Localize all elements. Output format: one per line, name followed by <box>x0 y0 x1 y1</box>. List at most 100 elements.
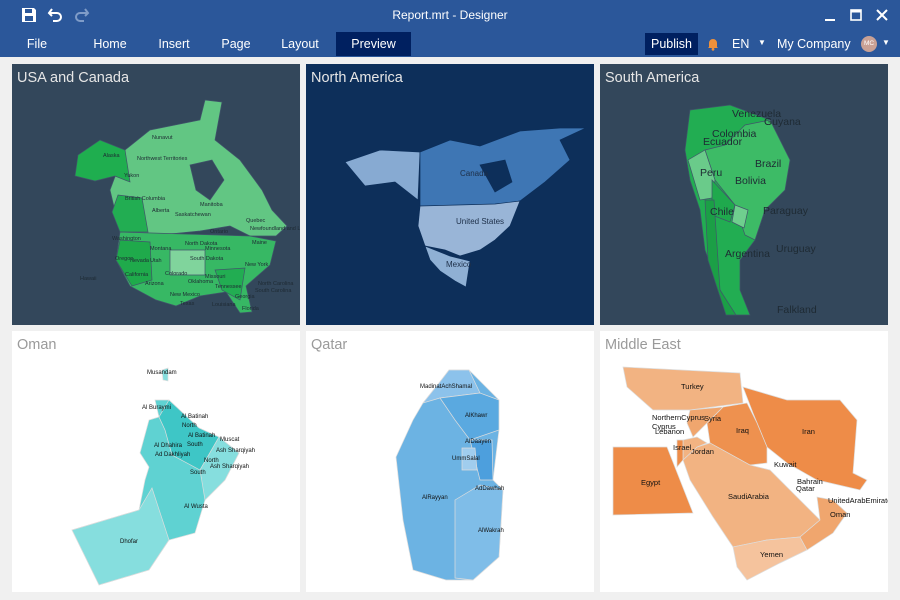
region-alaska[interactable] <box>344 149 421 201</box>
region-label: Guyana <box>764 116 801 128</box>
region-label: Canada <box>460 169 489 178</box>
region-label: Yukon <box>124 173 139 179</box>
map-canvas: TurkeyNorthernCyprusCyprusLebanonSyriaIr… <box>612 366 888 581</box>
region-label: Colorado <box>165 271 187 277</box>
map-usa-canada: Alaska Yukon Northwest Territories Nunavut B… <box>12 64 300 325</box>
region-label: Quebec <box>246 218 266 224</box>
region-label: Al Batinah <box>188 433 215 439</box>
region-label: Musandam <box>147 370 177 376</box>
region-label: Iraq <box>736 426 749 435</box>
tab-preview[interactable]: Preview <box>336 32 411 56</box>
account-chevron-icon[interactable]: ▼ <box>882 38 890 47</box>
region-label: Texas <box>180 301 195 307</box>
minimize-icon[interactable] <box>822 7 838 23</box>
region-label: AlDaayen <box>465 439 491 445</box>
region-dhofar[interactable] <box>71 487 170 586</box>
map-canvas: VenezuelaGuyanaColombiaEcuadorPeruBrazil… <box>684 104 817 316</box>
region-label: Nevada <box>130 258 150 264</box>
region-label: Kuwait <box>774 460 797 469</box>
region-label: Utah <box>150 258 162 264</box>
region-label: Brazil <box>755 158 781 170</box>
region-label: Peru <box>700 167 722 179</box>
region-label: Iran <box>802 427 815 436</box>
region-label: Arizona <box>145 281 165 287</box>
region-label: UnitedArabEmirates <box>828 496 888 505</box>
region-label: Muscat <box>220 437 240 443</box>
region-label: Falkland <box>777 304 817 316</box>
region-label: North <box>182 423 197 429</box>
region-label: Al Buraymi <box>142 405 171 411</box>
tab-layout[interactable]: Layout <box>272 32 328 56</box>
region-label: Paraguay <box>763 205 809 217</box>
maximize-icon[interactable] <box>848 7 864 23</box>
region-label: South <box>190 470 206 476</box>
region-label: Washington <box>112 236 141 242</box>
region-label: British Columbia <box>125 196 166 202</box>
language-chevron-icon[interactable]: ▼ <box>758 38 766 47</box>
region-label: Saskatchewan <box>175 212 211 218</box>
region-united-states[interactable] <box>417 200 521 257</box>
map-south-america: Venezuela Guyana Colombia Ecuador Peru Brazil… <box>600 64 888 325</box>
region-label: Minnesota <box>205 246 231 252</box>
region-label: AlWakrah <box>478 528 504 534</box>
avatar[interactable]: MC <box>861 36 877 52</box>
region-label: Florida <box>242 306 260 312</box>
region-label: Argentina <box>725 248 770 260</box>
bell-icon[interactable] <box>706 37 720 51</box>
region-label: Al Batinah <box>181 414 208 420</box>
region-label: New Mexico <box>170 292 200 298</box>
map-oman: Musandam Al Buraymi Al Batinah North Al Bati… <box>12 331 300 592</box>
close-icon[interactable] <box>874 7 890 23</box>
region-label: United States <box>456 217 504 226</box>
region-label: Egypt <box>641 478 661 487</box>
map-canvas: Alaska Yukon Northwest Territories Nunavut B… <box>74 99 300 314</box>
region-label: Ontario <box>210 229 228 235</box>
region-label: California <box>125 272 149 278</box>
panel-title: North America <box>311 70 403 86</box>
region-label: Chile <box>710 206 734 218</box>
tab-file[interactable]: File <box>14 32 60 56</box>
region-label: Turkey <box>681 382 704 391</box>
window-title: Report.mrt - Designer <box>392 8 508 22</box>
region-label: Louisiana <box>212 302 236 308</box>
region-label: AdDawhah <box>475 486 504 492</box>
map-canvas: Canada United States Mexico <box>344 127 587 288</box>
region-label: South Dakota <box>190 256 224 262</box>
region-label: AlKhawr <box>465 413 487 419</box>
region-label: Al Dhahira <box>154 443 183 449</box>
region-label: Newfoundland and Labrador <box>250 226 300 232</box>
company-name[interactable]: My Company <box>777 37 851 51</box>
region-label: Yemen <box>760 550 783 559</box>
language-selector[interactable]: EN <box>732 37 749 51</box>
tab-page[interactable]: Page <box>210 32 262 56</box>
region-label: MadinatAchShamal <box>420 384 472 390</box>
ribbon-tabs: File Home Insert Page Layout Preview Pub… <box>0 32 900 57</box>
panel-title: Qatar <box>311 337 348 353</box>
region-label: Mexico <box>446 260 472 269</box>
region-label: South <box>187 442 203 448</box>
region-label: SaudiArabia <box>728 492 770 501</box>
title-bar: Report.mrt - Designer <box>0 0 900 32</box>
region-label: Lebanon <box>655 427 684 436</box>
region-label: NorthernCyprus <box>652 413 705 422</box>
map-north-america: Canada United States Mexico North America <box>306 64 594 325</box>
region-label: Bolivia <box>735 175 766 187</box>
tab-home[interactable]: Home <box>82 32 138 56</box>
region-label: Uruguay <box>776 243 816 255</box>
region-alaska[interactable] <box>74 139 131 183</box>
region-label: Northwest Territories <box>137 156 188 162</box>
map-canvas: MadinatAchShamal AlKhawr AlDaayen UmmSalal A… <box>395 369 504 581</box>
region-label: Alberta <box>152 208 170 214</box>
region-label: Ash Sharqiyah <box>210 464 249 470</box>
region-label: Montana <box>150 246 172 252</box>
region-label: Syria <box>704 414 722 423</box>
tab-insert[interactable]: Insert <box>148 32 200 56</box>
panel-title: Oman <box>17 337 57 353</box>
region-label: Israel <box>673 443 692 452</box>
publish-button[interactable]: Publish <box>645 33 698 55</box>
region-label: Jordan <box>691 447 714 456</box>
region-label: Oman <box>830 510 850 519</box>
region-label: Dhofar <box>120 539 138 545</box>
region-label: Alaska <box>103 153 120 159</box>
region-label: UmmSalal <box>452 456 480 462</box>
